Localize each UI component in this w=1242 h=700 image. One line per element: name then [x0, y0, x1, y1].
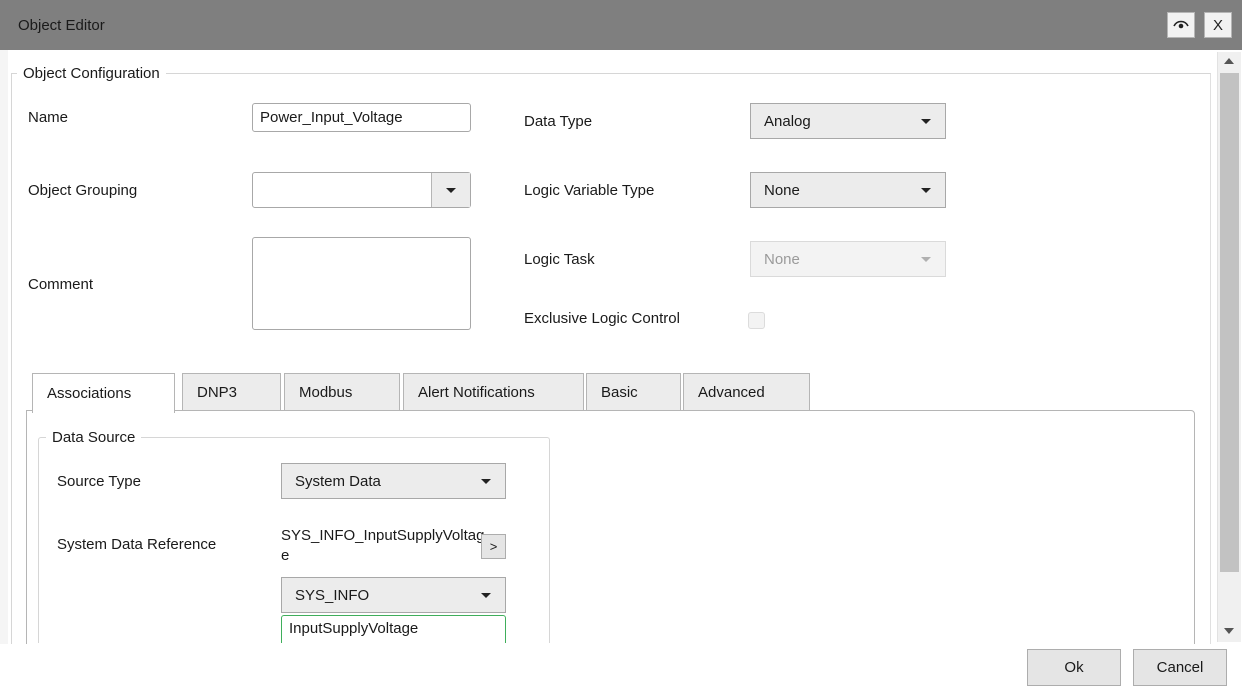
eye-icon: [1173, 20, 1189, 29]
title-bar: [0, 0, 1242, 50]
logic-variable-type-value: None: [764, 181, 800, 199]
vertical-scrollbar[interactable]: [1217, 52, 1241, 642]
ok-button[interactable]: Ok: [1027, 649, 1121, 686]
tab-modbus[interactable]: Modbus: [284, 373, 400, 411]
exclusive-logic-control-label: Exclusive Logic Control: [524, 310, 680, 327]
system-data-reference-line1: SYS_INFO_InputSupplyVoltag: [281, 527, 485, 544]
object-grouping-dropdown-button[interactable]: [431, 173, 470, 207]
system-data-group-value: SYS_INFO: [295, 586, 370, 604]
object-grouping-label: Object Grouping: [28, 182, 138, 199]
system-data-reference-browse-button[interactable]: >: [481, 534, 506, 559]
scroll-thumb[interactable]: [1220, 73, 1239, 572]
source-type-select[interactable]: System Data: [281, 463, 506, 499]
data-type-label: Data Type: [524, 113, 593, 130]
tab-advanced[interactable]: Advanced: [683, 373, 810, 411]
logic-task-label: Logic Task: [524, 251, 595, 268]
logic-variable-type-select[interactable]: None: [750, 172, 946, 208]
logic-task-select[interactable]: None: [750, 241, 946, 277]
cancel-button[interactable]: Cancel: [1133, 649, 1227, 686]
scroll-up-button[interactable]: [1222, 52, 1236, 70]
system-data-reference-label: System Data Reference: [57, 536, 217, 553]
data-source-legend: Data Source: [46, 429, 142, 446]
name-input-value: Power_Input_Voltage: [260, 109, 403, 126]
system-data-reference-value: SYS_INFO_InputSupplyVoltag e: [281, 526, 484, 566]
system-data-item-value: InputSupplyVoltage: [289, 620, 419, 637]
tab-dnp3[interactable]: DNP3: [182, 373, 281, 411]
object-grouping-combo[interactable]: [252, 172, 471, 208]
name-label: Name: [28, 109, 69, 126]
chevron-up-icon: [1224, 58, 1234, 64]
data-type-select[interactable]: Analog: [750, 103, 946, 139]
data-type-value: Analog: [764, 112, 811, 130]
comment-textarea[interactable]: [252, 237, 471, 330]
system-data-item-input[interactable]: InputSupplyVoltage: [281, 615, 506, 643]
scroll-down-button[interactable]: [1222, 622, 1236, 640]
chevron-down-icon: [481, 478, 491, 484]
close-button[interactable]: X: [1204, 12, 1232, 38]
object-configuration-legend: Object Configuration: [17, 65, 166, 82]
chevron-down-icon: [446, 187, 456, 193]
source-type-value: System Data: [295, 472, 381, 490]
window-title: Object Editor: [18, 17, 105, 34]
source-type-label: Source Type: [57, 473, 141, 490]
chevron-down-icon: [1224, 628, 1234, 634]
left-edge: [0, 50, 8, 700]
visibility-button[interactable]: [1167, 12, 1195, 38]
system-data-reference-line2: e: [281, 547, 290, 564]
logic-variable-type-label: Logic Variable Type: [524, 182, 655, 199]
chevron-down-icon: [921, 256, 931, 262]
tab-basic[interactable]: Basic: [586, 373, 681, 411]
exclusive-logic-control-checkbox[interactable]: [748, 312, 765, 329]
chevron-down-icon: [921, 118, 931, 124]
name-input[interactable]: Power_Input_Voltage: [252, 103, 471, 132]
system-data-group-select[interactable]: SYS_INFO: [281, 577, 506, 613]
comment-label: Comment: [28, 276, 94, 293]
tab-associations[interactable]: Associations: [32, 373, 175, 413]
chevron-down-icon: [921, 187, 931, 193]
tab-alert-notifications[interactable]: Alert Notifications: [403, 373, 584, 411]
logic-task-value: None: [764, 250, 800, 268]
chevron-down-icon: [481, 592, 491, 598]
